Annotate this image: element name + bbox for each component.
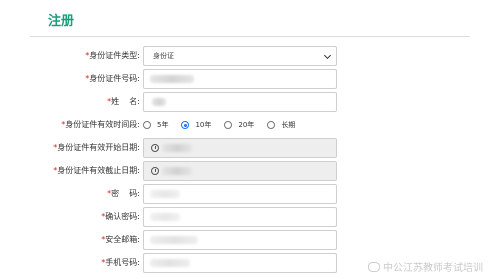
password-input[interactable] <box>143 184 337 204</box>
password-label: *密 码: <box>107 184 140 204</box>
validity-row: *身份证件有效时间段: 5年 10年 20年 长期 <box>0 115 499 135</box>
radio-button[interactable] <box>143 121 151 129</box>
id-type-row: *身份证件类型: 身份证 <box>0 46 499 66</box>
name-input[interactable] <box>143 92 337 112</box>
name-label-text: 姓 名: <box>111 97 140 106</box>
valid-start-row: *身份证件有效开始日期: <box>0 138 499 158</box>
password-row: *密 码: <box>0 184 499 204</box>
valid-end-date-input[interactable] <box>143 161 337 181</box>
valid-end-label-text: 身份证件有效截止日期: <box>57 166 140 175</box>
page-title: 注册 <box>48 14 75 29</box>
name-label: *姓 名: <box>107 92 140 112</box>
blurred-value <box>150 190 180 198</box>
validity-radio-group: 5年 10年 20年 长期 <box>143 115 308 135</box>
clock-icon <box>151 167 159 175</box>
email-label-text: 安全邮箱: <box>105 235 140 244</box>
valid-end-row: *身份证件有效截止日期: <box>0 161 499 181</box>
validity-label-text: 身份证件有效时间段: <box>65 120 140 129</box>
email-row: *安全邮箱: <box>0 230 499 250</box>
clock-icon <box>151 144 159 152</box>
validity-label: *身份证件有效时间段: <box>61 115 140 135</box>
valid-start-date-input[interactable] <box>143 138 337 158</box>
valid-start-label-text: 身份证件有效开始日期: <box>57 143 140 152</box>
valid-end-label: *身份证件有效截止日期: <box>53 161 140 181</box>
radio-button[interactable] <box>267 121 276 129</box>
valid-start-label: *身份证件有效开始日期: <box>53 138 140 158</box>
validity-option-5y[interactable]: 5年 <box>143 120 168 130</box>
header-divider <box>30 36 470 37</box>
validity-option-10y[interactable]: 10年 <box>181 120 211 130</box>
confirm-password-label-text: 确认密码: <box>105 212 140 221</box>
confirm-password-row: *确认密码: <box>0 207 499 227</box>
blurred-value <box>152 98 166 106</box>
radio-label: 长期 <box>281 121 296 129</box>
blurred-value <box>150 259 190 267</box>
blurred-value <box>162 144 192 152</box>
id-number-label-text: 身份证件号码: <box>89 74 140 83</box>
name-row: *姓 名: <box>0 92 499 112</box>
weibo-icon <box>368 261 380 272</box>
id-type-select[interactable]: 身份证 <box>143 46 337 66</box>
watermark-text: 中公江苏教师考试培训 <box>383 263 483 274</box>
blurred-value <box>150 236 198 244</box>
password-label-text: 密 码: <box>111 189 140 198</box>
radio-label: 10年 <box>195 121 212 129</box>
phone-label: *手机号码: <box>101 253 140 273</box>
phone-input[interactable] <box>143 253 337 273</box>
confirm-password-input[interactable] <box>143 207 337 227</box>
blurred-value <box>150 75 194 83</box>
radio-button-selected[interactable] <box>181 121 190 129</box>
phone-label-text: 手机号码: <box>105 258 140 267</box>
blurred-value <box>162 167 192 175</box>
email-input[interactable] <box>143 230 337 250</box>
radio-button[interactable] <box>224 121 233 129</box>
radio-label: 5年 <box>157 121 169 129</box>
id-number-input[interactable] <box>143 69 337 89</box>
id-type-label: *身份证件类型: <box>85 46 140 66</box>
validity-option-permanent[interactable]: 长期 <box>267 120 295 130</box>
email-label: *安全邮箱: <box>101 230 140 250</box>
id-type-label-text: 身份证件类型: <box>89 51 140 60</box>
id-number-row: *身份证件号码: <box>0 69 499 89</box>
confirm-password-label: *确认密码: <box>101 207 140 227</box>
id-type-selected-value: 身份证 <box>153 52 174 60</box>
validity-option-20y[interactable]: 20年 <box>224 120 254 130</box>
radio-label: 20年 <box>238 121 255 129</box>
blurred-value <box>150 213 180 221</box>
watermark: 中公江苏教师考试培训 <box>368 259 483 274</box>
chevron-down-icon <box>323 51 332 60</box>
id-number-label: *身份证件号码: <box>85 69 140 89</box>
